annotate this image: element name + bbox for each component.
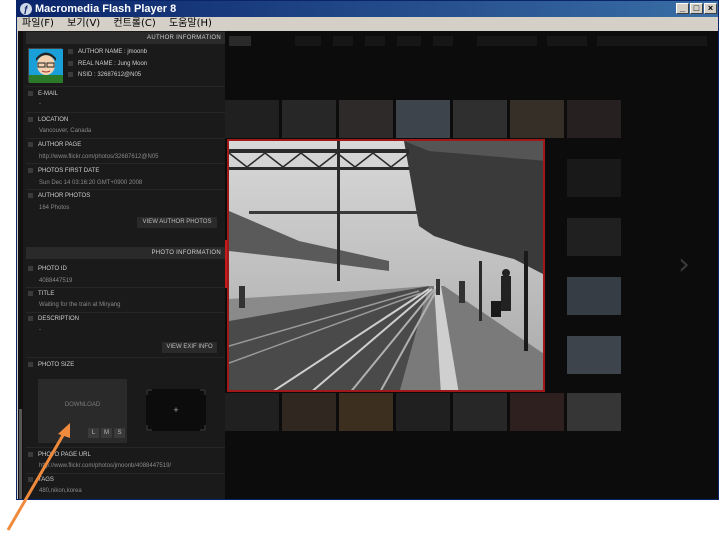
divider xyxy=(26,138,225,139)
divider xyxy=(26,312,225,313)
thumbnail[interactable] xyxy=(567,100,621,138)
thumbnail[interactable] xyxy=(510,100,564,138)
toolbar-item[interactable] xyxy=(597,36,707,46)
thumbnail[interactable] xyxy=(453,100,507,138)
title-bar[interactable]: ƒ Macromedia Flash Player 8 _ □ × xyxy=(17,1,718,17)
author-information-header: AUTHOR INFORMATION xyxy=(26,32,225,44)
divider xyxy=(26,189,225,190)
toolbar-item[interactable] xyxy=(229,36,251,46)
toolbar-item[interactable] xyxy=(547,36,587,46)
photo-size-label: PHOTO SIZE xyxy=(28,361,74,369)
menu-help[interactable]: 도움말(H) xyxy=(164,17,217,31)
first-date-label: PHOTOS FIRST DATE xyxy=(28,167,99,175)
thumbnail[interactable] xyxy=(510,393,564,431)
size-m-button[interactable]: M xyxy=(101,428,112,438)
thumbnail[interactable] xyxy=(567,218,621,256)
view-author-photos-button[interactable]: VIEW AUTHOR PHOTOS xyxy=(137,217,217,228)
toolbar-item[interactable] xyxy=(477,36,537,46)
toolbar-item[interactable] xyxy=(433,36,453,46)
divider xyxy=(26,112,225,113)
thumbnail[interactable] xyxy=(282,393,336,431)
real-name: REAL NAME : Jung Moon xyxy=(68,60,147,68)
size-s-button[interactable]: S xyxy=(114,428,125,438)
toolbar-item[interactable] xyxy=(333,36,353,46)
size-preview: + xyxy=(146,389,206,431)
author-photos-label: AUTHOR PHOTOS xyxy=(28,192,90,200)
close-button[interactable]: × xyxy=(704,3,717,14)
toolbar-item[interactable] xyxy=(365,36,385,46)
thumbnail[interactable] xyxy=(567,336,621,374)
nsid: NSID : 32687612@N05 xyxy=(68,71,141,79)
first-date-value: Sun Dec 14 03:16:20 GMT+0900 2008 xyxy=(39,180,143,186)
menu-file[interactable]: 파일(F) xyxy=(17,17,59,31)
photo-id-value: 4088447519 xyxy=(39,278,73,284)
author-name: AUTHOR NAME : jmoonb xyxy=(68,48,147,56)
email-value: - xyxy=(39,101,41,107)
maximize-button[interactable]: □ xyxy=(690,3,703,14)
email-label: E-MAIL xyxy=(28,90,58,98)
thumbnail[interactable] xyxy=(396,393,450,431)
thumbnail[interactable] xyxy=(339,393,393,431)
menu-control[interactable]: 컨트롤(C) xyxy=(108,17,160,31)
description-value: - xyxy=(39,327,41,333)
author-page-label: AUTHOR PAGE xyxy=(28,141,81,149)
menu-view[interactable]: 보기(V) xyxy=(62,17,105,31)
divider xyxy=(26,357,225,358)
thumbnail[interactable] xyxy=(567,277,621,315)
author-page-link[interactable]: http://www.flickr.com/photos/32687612@N0… xyxy=(39,153,159,161)
thumbnail[interactable] xyxy=(396,100,450,138)
window-title: Macromedia Flash Player 8 xyxy=(35,3,177,15)
author-avatar xyxy=(28,48,63,83)
divider xyxy=(26,287,225,288)
thumbnail[interactable] xyxy=(339,100,393,138)
minimize-button[interactable]: _ xyxy=(676,3,689,14)
divider xyxy=(26,86,225,87)
photo-id-label: PHOTO ID xyxy=(28,265,67,273)
thumbnail[interactable] xyxy=(225,393,279,431)
thumbnail[interactable] xyxy=(453,393,507,431)
toolbar-item[interactable] xyxy=(295,36,321,46)
author-photos-count: 164 Photos xyxy=(39,205,70,211)
flash-content: AUTHOR INFORMATION AUTHOR NAME : jmoonb … xyxy=(18,31,718,499)
thumbnail[interactable] xyxy=(225,100,279,138)
view-exif-button[interactable]: VIEW EXIF INFO xyxy=(162,342,217,353)
location-label: LOCATION xyxy=(28,116,68,124)
description-label: DESCRIPTION xyxy=(28,315,79,323)
thumbnail[interactable] xyxy=(567,393,621,431)
flash-player-window: ƒ Macromedia Flash Player 8 _ □ × 파일(F) … xyxy=(16,0,719,500)
selected-photo[interactable] xyxy=(227,139,545,392)
thumbnail[interactable] xyxy=(567,159,621,197)
flash-player-icon: ƒ xyxy=(20,3,32,15)
menu-bar: 파일(F) 보기(V) 컨트롤(C) 도움말(H) xyxy=(17,17,718,31)
arrow-annotation-icon xyxy=(6,423,70,531)
divider xyxy=(26,163,225,164)
size-l-button[interactable]: L xyxy=(88,428,99,438)
toolbar-item[interactable] xyxy=(397,36,421,46)
location-value: Vancouver, Canada xyxy=(39,128,92,134)
gallery-toolbar xyxy=(225,36,718,46)
title-label: TITLE xyxy=(28,290,54,298)
photo-information-header: PHOTO INFORMATION xyxy=(26,247,225,259)
next-photo-arrow[interactable]: › xyxy=(678,245,698,285)
thumbnail[interactable] xyxy=(282,100,336,138)
title-value: Waiting for the train at Miryang xyxy=(39,302,121,308)
